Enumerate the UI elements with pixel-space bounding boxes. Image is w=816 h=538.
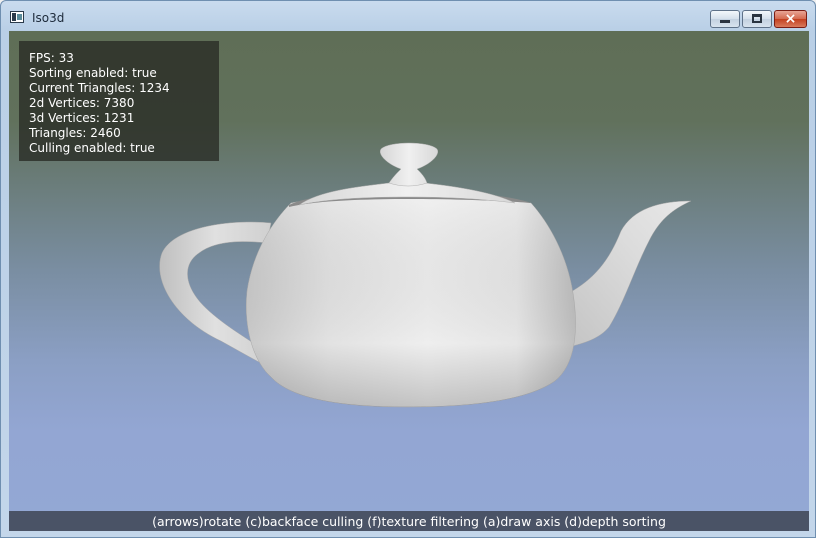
render-viewport[interactable]: FPS: 33 Sorting enabled: true Current Tr… <box>9 31 809 531</box>
teapot-knob <box>379 142 439 187</box>
minimize-button[interactable] <box>710 10 740 28</box>
stats-overlay: FPS: 33 Sorting enabled: true Current Tr… <box>19 41 219 161</box>
sorting-status: Sorting enabled: true <box>29 66 157 80</box>
keyboard-help-text: (arrows)rotate (c)backface culling (f)te… <box>152 514 666 529</box>
vertices-3d-count: 3d Vertices: 1231 <box>29 111 135 125</box>
app-icon[interactable] <box>10 11 24 23</box>
window-title: Iso3d <box>32 11 65 25</box>
minimize-icon <box>720 20 730 23</box>
help-bar: (arrows)rotate (c)backface culling (f)te… <box>9 511 809 531</box>
title-bar[interactable]: Iso3d × <box>1 1 815 31</box>
teapot-spout <box>568 200 692 348</box>
current-triangles-count: Current Triangles: 1234 <box>29 81 170 95</box>
culling-status: Culling enabled: true <box>29 141 155 155</box>
maximize-button[interactable] <box>742 10 772 28</box>
maximize-icon <box>752 14 762 23</box>
app-window: Iso3d × FPS: 33 Sorting enabled: true Cu… <box>0 0 816 538</box>
fps-readout: FPS: 33 <box>29 51 74 65</box>
close-button[interactable]: × <box>774 10 807 28</box>
close-icon: × <box>784 11 797 27</box>
triangles-count: Triangles: 2460 <box>29 126 121 140</box>
vertices-2d-count: 2d Vertices: 7380 <box>29 96 135 110</box>
